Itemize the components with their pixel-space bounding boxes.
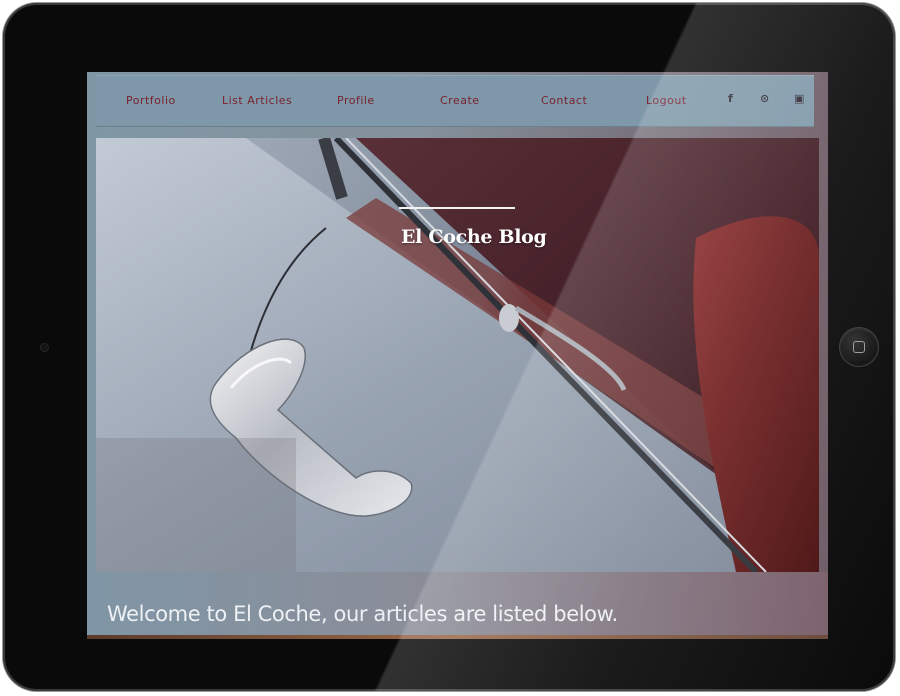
navbar: Portfolio List Articles Profile Create C… [96, 75, 814, 127]
hero-title-block: El Coche Blog [399, 207, 547, 248]
welcome-section: Welcome to El Coche, our articles are li… [87, 572, 828, 639]
nav-link-logout[interactable]: Logout [646, 94, 687, 107]
camera-icon [41, 344, 48, 351]
car-door-illustration [96, 138, 819, 572]
welcome-text: Welcome to El Coche, our articles are li… [107, 602, 618, 626]
hero-image: El Coche Blog [96, 138, 819, 572]
hero-title: El Coche Blog [401, 226, 547, 248]
hero-divider [399, 207, 515, 209]
nav-link-create[interactable]: Create [440, 94, 480, 107]
facebook-icon[interactable]: f [728, 92, 733, 105]
screen: Portfolio List Articles Profile Create C… [87, 72, 828, 639]
nav-link-portfolio[interactable]: Portfolio [126, 94, 176, 107]
nav-link-profile[interactable]: Profile [337, 94, 375, 107]
tablet-frame: Portfolio List Articles Profile Create C… [3, 3, 895, 691]
nav-link-list-articles[interactable]: List Articles [222, 94, 292, 107]
nav-link-contact[interactable]: Contact [541, 94, 587, 107]
instagram-icon[interactable]: ▣ [794, 92, 804, 105]
home-button[interactable] [840, 328, 878, 366]
home-square-icon [853, 341, 865, 353]
content-edge [87, 635, 828, 639]
github-icon[interactable]: ⊙ [760, 92, 769, 105]
